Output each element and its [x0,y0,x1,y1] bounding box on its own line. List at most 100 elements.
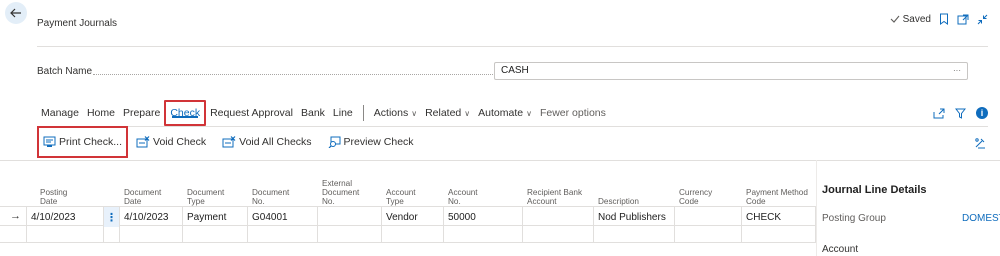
empty-cell[interactable] [248,227,318,243]
empty-cell [104,227,120,243]
active-tab-underline [172,116,199,118]
print-check-button[interactable]: Print Check... [37,126,129,158]
tab-manage[interactable]: Manage [37,100,83,126]
empty-cell[interactable] [675,227,742,243]
back-button[interactable] [5,2,27,24]
empty-cell[interactable] [183,227,248,243]
cell-account-type[interactable]: Vendor [382,207,444,227]
batch-name-leader [93,74,493,75]
void-all-checks-label: Void All Checks [239,136,312,148]
print-check-icon [43,136,56,147]
menu-automate-label: Automate [478,107,524,119]
batch-name-value: CASH [501,65,529,76]
tab-manage-label: Manage [41,107,79,119]
action-bar: Manage Home Prepare Check Request Approv… [37,100,610,126]
menu-related-label: Related [425,107,462,119]
action-bar-tools: i [933,107,988,119]
column-header-document-no[interactable]: Document No. [252,188,289,206]
cell-document-no[interactable]: G04001 [248,207,318,227]
column-header-posting-date[interactable]: Posting Date [40,188,67,206]
tab-home[interactable]: Home [83,100,119,126]
empty-cell[interactable] [742,227,816,243]
batch-name-input[interactable]: CASH ··· [494,62,968,80]
header-actions: Saved [890,13,988,25]
details-panel-divider [816,160,817,256]
tab-check[interactable]: Check [164,100,207,126]
batch-name-lookup-button[interactable]: ··· [953,66,961,75]
info-icon[interactable]: i [976,107,988,119]
empty-cell[interactable] [523,227,594,243]
void-check-button[interactable]: Void Check [128,127,214,157]
row-actions-button[interactable]: ⋮ [104,207,120,227]
preview-check-label: Preview Check [343,136,414,148]
cell-recipient-bank-account[interactable] [523,207,594,227]
cell-external-document-no[interactable] [318,207,382,227]
check-actions-bar: Print Check... Void Check Void All Check… [37,126,422,158]
print-check-label: Print Check... [59,136,123,148]
checkmark-icon [890,15,900,23]
filter-icon[interactable] [955,108,966,119]
column-header-external-document-no[interactable]: External Document No. [322,179,370,206]
menu-actions-label: Actions [373,107,409,119]
cell-document-type[interactable]: Payment [183,207,248,227]
account-section-label: Account [822,244,859,255]
empty-cell[interactable] [444,227,523,243]
arrow-left-icon [10,8,21,18]
tab-home-label: Home [86,107,115,119]
column-header-payment-method-code[interactable]: Payment Method Code [746,188,812,206]
batch-name-label: Batch Name [37,66,93,77]
menu-automate[interactable]: Automate ∨ [474,100,536,126]
tab-prepare-label: Prepare [122,107,161,119]
void-check-label: Void Check [153,136,207,148]
menu-actions[interactable]: Actions ∨ [370,100,421,126]
saved-label: Saved [902,13,931,25]
tab-bank-label: Bank [300,107,325,119]
action-bar-separator [362,105,364,121]
column-header-recipient-bank-account[interactable]: Recipient Bank Account [527,188,593,206]
personalize-icon[interactable] [974,137,986,149]
cell-description[interactable]: Nod Publishers [594,207,675,227]
table-row-empty[interactable] [0,227,816,243]
preview-check-button[interactable]: Preview Check [320,127,422,157]
open-new-window-icon[interactable] [957,14,969,25]
column-header-document-date[interactable]: Document Date [124,188,166,206]
chevron-down-icon: ∨ [411,108,418,118]
empty-cell[interactable] [594,227,675,243]
tab-bank[interactable]: Bank [297,100,329,126]
chevron-down-icon: ∨ [464,108,471,118]
fewer-options-button[interactable]: Fewer options [536,100,610,126]
empty-cell[interactable] [382,227,444,243]
header-divider [37,46,988,47]
cell-account-no[interactable]: 50000 [444,207,523,227]
empty-cell[interactable] [318,227,382,243]
preview-check-icon [328,136,341,148]
fewer-options-label: Fewer options [539,107,606,119]
empty-cell[interactable] [26,227,104,243]
cell-posting-date[interactable]: 4/10/2023 [26,207,104,227]
column-header-document-type[interactable]: Document Type [187,188,233,206]
menu-related[interactable]: Related ∨ [421,100,474,126]
cell-currency-code[interactable] [675,207,742,227]
void-check-icon [136,136,150,148]
column-header-description[interactable]: Description [598,197,639,206]
collapse-icon[interactable] [977,14,988,25]
void-all-checks-button[interactable]: Void All Checks [214,127,319,157]
cell-payment-method-code[interactable]: CHECK [742,207,816,227]
bookmark-icon[interactable] [939,13,949,25]
column-header-currency-code[interactable]: Currency Code [679,188,712,206]
posting-group-value[interactable]: DOMESTIC [962,213,1000,224]
tab-request-approval[interactable]: Request Approval [206,100,297,126]
page-title: Payment Journals [37,18,118,29]
grid-divider [0,160,1000,161]
cell-document-date[interactable]: 4/10/2023 [120,207,183,227]
empty-cell[interactable] [120,227,183,243]
chevron-down-icon: ∨ [526,108,532,118]
share-icon[interactable] [933,108,945,119]
tab-prepare[interactable]: Prepare [119,100,164,126]
tab-line[interactable]: Line [329,100,357,126]
details-panel-title: Journal Line Details [822,184,927,196]
table-row[interactable]: → 4/10/2023 ⋮ 4/10/2023 Payment G04001 V… [0,206,816,227]
column-header-account-no[interactable]: Account No. [448,188,478,206]
column-header-account-type[interactable]: Account Type [386,188,426,206]
tab-line-label: Line [332,107,353,119]
